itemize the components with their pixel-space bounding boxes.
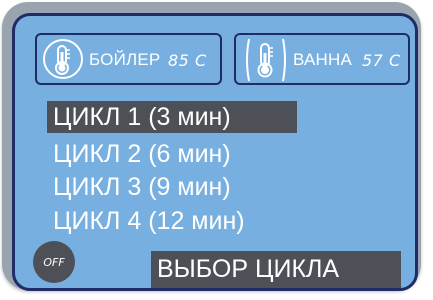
thermometer-icon [246,38,286,82]
boiler-sensor-panel: БОЙЛЕР 85 C [35,33,222,85]
control-screen: БОЙЛЕР 85 C ВАННА 57 C ЦИКЛ 1 (3 мин) ЦИ… [12,13,418,291]
status-bar: ВЫБОР ЦИКЛА [151,251,401,288]
bath-sensor-panel: ВАННА 57 C [234,33,410,85]
bath-label: ВАННА [293,50,353,69]
menu-item-cycle-4[interactable]: ЦИКЛ 4 (12 мин) [47,205,251,237]
boiler-label: БОЙЛЕР [89,50,161,69]
off-button[interactable]: OFF [33,241,75,283]
bath-temperature: 57 C [362,51,401,70]
menu-item-cycle-3[interactable]: ЦИКЛ 3 (9 мин) [47,171,237,203]
thermometer-icon [43,39,83,79]
menu-item-cycle-1[interactable]: ЦИКЛ 1 (3 мин) [47,101,297,133]
boiler-temperature: 85 C [168,51,207,70]
menu-item-cycle-2[interactable]: ЦИКЛ 2 (6 мин) [47,138,237,170]
